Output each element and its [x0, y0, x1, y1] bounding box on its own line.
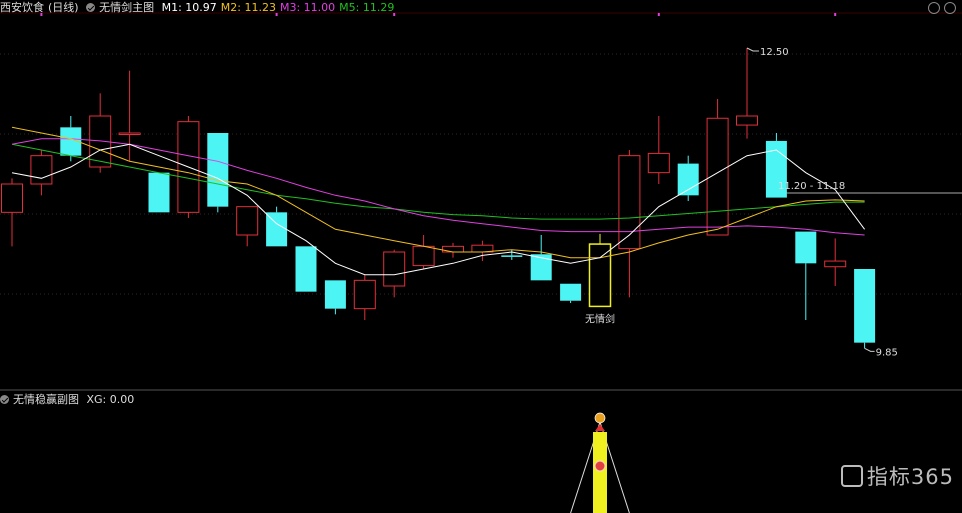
ma-label-3: M3: 11.00	[279, 1, 336, 14]
ma-line-m3	[11, 138, 865, 236]
candle-body-29	[854, 269, 876, 343]
ma-label-4: M5: 11.29	[339, 1, 395, 14]
money-bag-icon	[594, 412, 606, 424]
candle-body-28	[824, 260, 847, 268]
candle-body-15	[442, 245, 464, 253]
stock-name: 西安饮食	[0, 1, 44, 14]
ma-labels: M1: 10.97 M2: 11.23 M3: 11.00 M5: 11.29	[162, 1, 399, 14]
signal-label: 无情剑	[585, 312, 615, 325]
ma-label-2: M2: 11.23	[220, 1, 276, 14]
candle-body-22	[647, 152, 670, 174]
signal-arrow-icon	[595, 424, 605, 431]
candle-body-4	[118, 132, 141, 135]
price-tag-label: 11.20 - 11.18	[778, 181, 845, 192]
candle-body-7	[207, 133, 229, 207]
main-chart-header: 西安饮食 (日线) 无情剑主图 M1: 10.97 M2: 11.23 M3: 11.…	[0, 1, 402, 15]
candle-body-17	[501, 255, 523, 257]
main-indicator-name[interactable]: 无情剑主图	[99, 1, 154, 14]
high-price-label: 12.50	[760, 47, 789, 58]
watermark-text: 指标365	[866, 465, 954, 489]
collapse-button-icon[interactable]	[928, 2, 940, 14]
candle-body-13	[383, 251, 406, 287]
ma-line-m5	[11, 143, 865, 220]
high-label-leader	[746, 47, 759, 52]
indicator-toggle-icon[interactable]	[86, 3, 96, 12]
candle-body-0	[1, 183, 23, 213]
candle-body-11	[324, 280, 346, 309]
candle-body-1	[30, 155, 53, 185]
candle-body-25	[736, 115, 758, 126]
signal-dot-icon	[594, 460, 606, 472]
top-marker-3	[657, 13, 660, 16]
candle-body-9	[266, 212, 288, 247]
top-marker-4	[834, 13, 837, 16]
ma-line-m2	[11, 126, 865, 259]
candle-body-20	[588, 243, 612, 308]
sub-indicator-value: XG: 0.00	[86, 393, 135, 406]
close-button-icon[interactable]	[944, 2, 956, 14]
sub-indicator-toggle-icon[interactable]	[0, 395, 9, 404]
candle-body-23	[677, 163, 699, 196]
candle-body-12	[353, 279, 376, 310]
sub-signal-bar	[593, 432, 607, 513]
candle-body-5	[148, 172, 170, 213]
candle-body-19	[560, 283, 582, 301]
candle-body-14	[412, 245, 435, 267]
low-label-leader	[864, 347, 875, 352]
candle-body-10	[295, 246, 317, 292]
chart-period: (日线)	[48, 1, 79, 14]
logo-icon	[840, 465, 863, 487]
sub-chart-header: 无情稳赢副图 XG: 0.00	[0, 393, 138, 407]
candle-body-8	[236, 206, 259, 236]
chart-area[interactable]: 12.50 9.85 11.20 - 11.18 无情剑	[0, 0, 962, 513]
low-price-label: 9.85	[876, 347, 898, 358]
candle-body-27	[795, 231, 817, 264]
watermark-logo: 指标365	[840, 461, 954, 491]
sub-indicator-name[interactable]: 无情稳赢副图	[13, 393, 79, 406]
ma-label-1: M1: 10.97	[161, 1, 217, 14]
